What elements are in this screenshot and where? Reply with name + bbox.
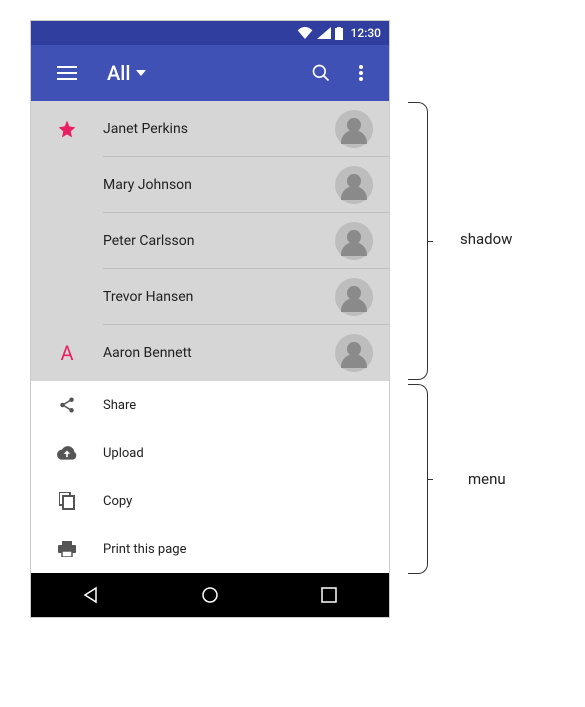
contact-name: Janet Perkins: [87, 121, 335, 137]
wifi-icon: [297, 27, 313, 39]
menu-button[interactable]: [47, 53, 87, 93]
avatar: [335, 278, 373, 316]
bottom-sheet-menu: Share Upload Copy Print this page: [31, 381, 389, 573]
print-icon: [47, 541, 87, 557]
chevron-down-icon: [136, 70, 146, 76]
contact-row[interactable]: Janet Perkins: [31, 101, 389, 157]
contact-row[interactable]: A Aaron Bennett: [31, 325, 389, 381]
contact-row[interactable]: Trevor Hansen: [31, 269, 389, 325]
contact-name: Peter Carlsson: [87, 233, 335, 249]
copy-icon: [47, 492, 87, 510]
phone-frame: 12:30 All Janet P: [30, 20, 390, 618]
status-time: 12:30: [351, 26, 381, 40]
menu-item-copy[interactable]: Copy: [31, 477, 389, 525]
menu-label: Upload: [87, 446, 144, 461]
signal-icon: [317, 27, 331, 39]
annotation-label-shadow: shadow: [460, 230, 512, 248]
app-bar: All: [31, 45, 389, 101]
share-icon: [47, 396, 87, 414]
search-icon: [311, 63, 331, 83]
menu-item-print[interactable]: Print this page: [31, 525, 389, 573]
annotation-label-menu: menu: [468, 470, 506, 488]
menu-label: Copy: [87, 494, 132, 509]
star-icon: [47, 119, 87, 139]
navigation-bar: [31, 573, 389, 617]
more-vert-icon: [359, 65, 363, 81]
cloud-upload-icon: [47, 446, 87, 460]
circle-home-icon: [201, 586, 219, 604]
menu-label: Share: [87, 398, 136, 413]
appbar-title: All: [107, 61, 130, 85]
overflow-button[interactable]: [341, 53, 381, 93]
contact-name: Trevor Hansen: [87, 289, 335, 305]
contact-row[interactable]: Mary Johnson: [31, 157, 389, 213]
avatar: [335, 334, 373, 372]
annotation-brace-menu: [408, 384, 428, 574]
nav-recent[interactable]: [299, 587, 359, 603]
contact-name: Aaron Bennett: [87, 345, 335, 361]
contacts-list: Janet Perkins Mary Johnson Peter Carlsso…: [31, 101, 389, 381]
avatar: [335, 166, 373, 204]
avatar: [335, 222, 373, 260]
avatar: [335, 110, 373, 148]
nav-back[interactable]: [61, 586, 121, 604]
nav-home[interactable]: [180, 586, 240, 604]
search-button[interactable]: [301, 53, 341, 93]
contact-name: Mary Johnson: [87, 177, 335, 193]
triangle-back-icon: [82, 586, 100, 604]
hamburger-icon: [57, 66, 77, 80]
title-dropdown[interactable]: All: [107, 61, 146, 85]
square-recent-icon: [321, 587, 337, 603]
battery-icon: [335, 27, 343, 40]
contact-row[interactable]: Peter Carlsson: [31, 213, 389, 269]
status-bar: 12:30: [31, 21, 389, 45]
annotation-brace-shadow: [408, 102, 428, 380]
section-letter: A: [47, 341, 87, 365]
menu-item-upload[interactable]: Upload: [31, 429, 389, 477]
menu-label: Print this page: [87, 542, 187, 557]
menu-item-share[interactable]: Share: [31, 381, 389, 429]
